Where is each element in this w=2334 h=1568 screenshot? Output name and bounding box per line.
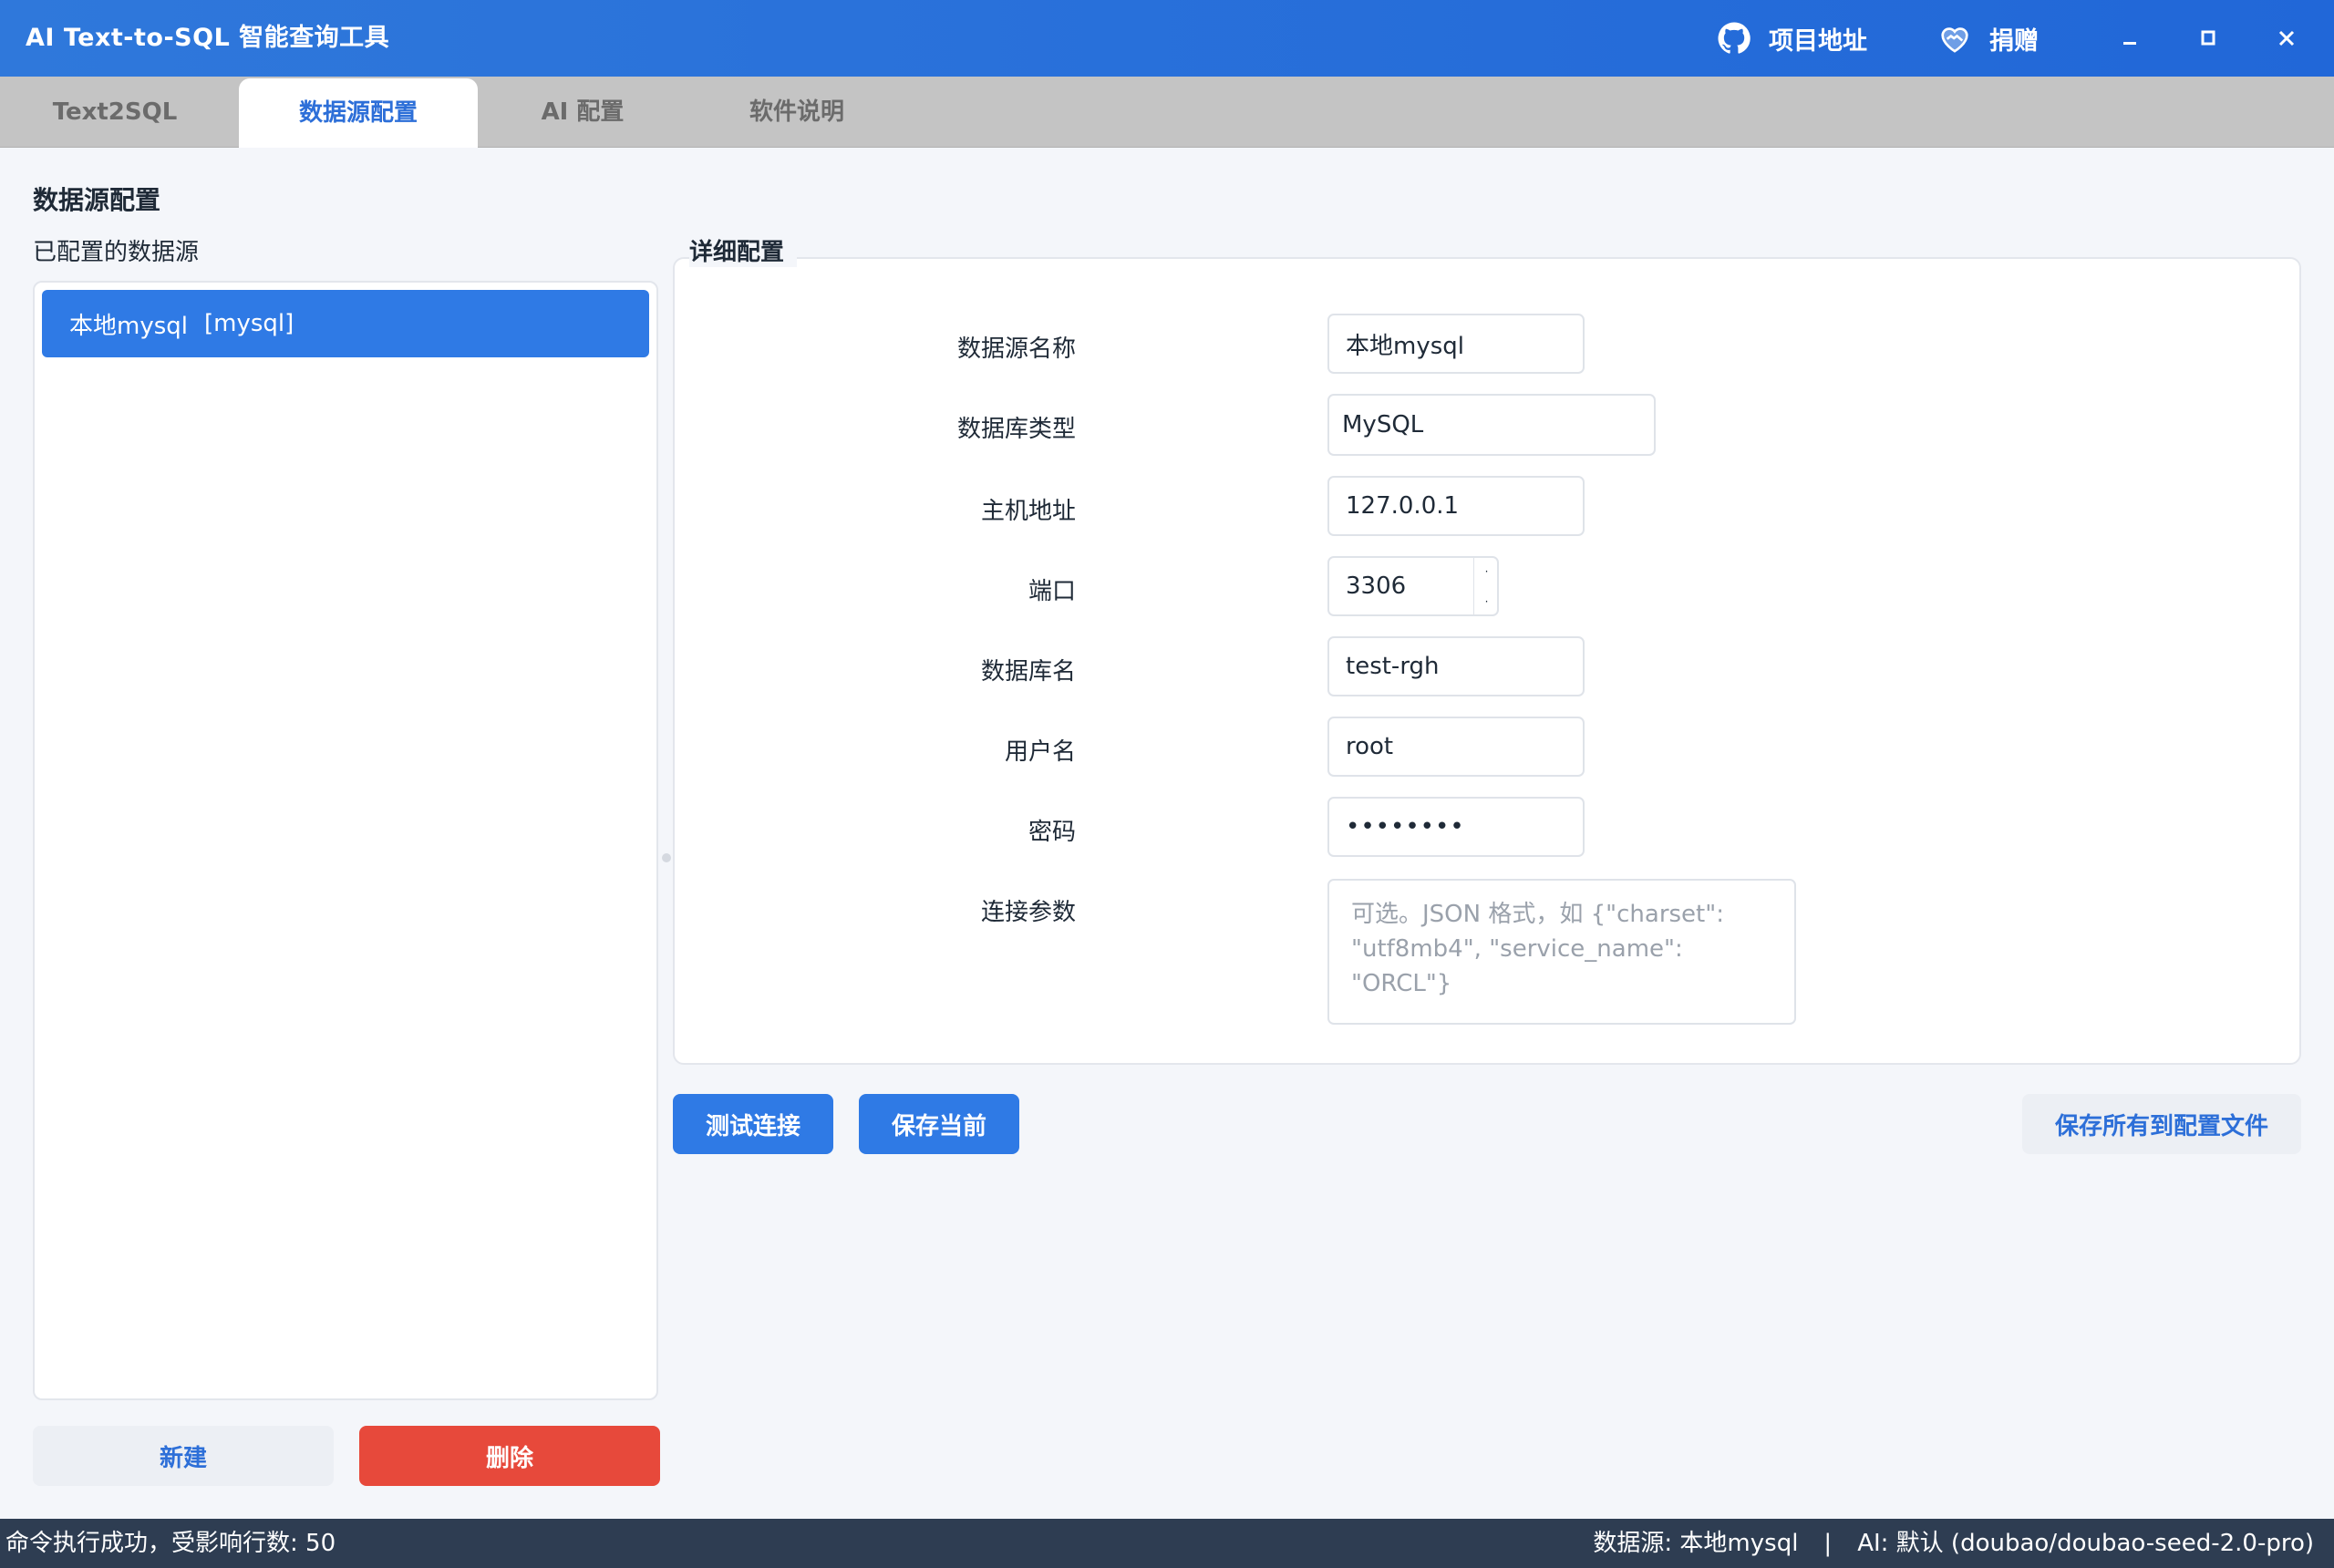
datasource-list[interactable]: 本地mysql [mysql] [33, 281, 658, 1400]
status-separator: | [1823, 1530, 1833, 1557]
spin-up-icon[interactable]: · [1474, 556, 1499, 586]
port-label: 端口 [1028, 578, 1076, 605]
app-window: AI Text-to-SQL 智能查询工具 项目地址 捐赠 Text2SQL 数… [0, 0, 2334, 1568]
host-label: 主机地址 [980, 498, 1076, 525]
project-link[interactable]: 项目地址 [1716, 0, 1867, 77]
splitter-dot [662, 853, 671, 862]
host-input[interactable] [1327, 476, 1585, 536]
name-label: 数据源名称 [956, 335, 1076, 363]
status-bar: 命令执行成功，受影响行数: 50 数据源: 本地mysql | AI: 默认 (… [0, 1519, 2334, 1568]
close-icon [2278, 30, 2295, 46]
tab-ai-config[interactable]: AI 配置 [478, 77, 687, 148]
status-right: 数据源: 本地mysql | AI: 默认 (doubao/doubao-see… [1593, 1519, 2314, 1568]
heart-handshake-icon [1941, 27, 1968, 53]
page-title: 数据源配置 [33, 185, 161, 215]
username-label: 用户名 [1004, 738, 1076, 766]
status-message: 命令执行成功，受影响行数: 50 [5, 1530, 336, 1557]
donate-link-label: 捐赠 [1989, 26, 2039, 56]
detail-config-panel: 数据源名称 数据库类型 MySQL 主机地址 端口 · · 数据库名 用户名 密… [673, 257, 2301, 1065]
project-link-label: 项目地址 [1769, 26, 1867, 56]
datasource-name-input[interactable] [1327, 314, 1585, 374]
datasource-name: 本地mysql [69, 312, 188, 340]
datasource-type: [mysql] [204, 310, 294, 337]
new-datasource-button[interactable]: 新建 [33, 1426, 334, 1486]
dbtype-label: 数据库类型 [956, 416, 1076, 443]
dbtype-select[interactable]: MySQL [1327, 394, 1656, 456]
status-ai-model: AI: 默认 (doubao/doubao-seed-2.0-pro) [1857, 1530, 2314, 1557]
port-spinner: · · [1473, 556, 1499, 616]
connection-params-textarea[interactable] [1327, 879, 1796, 1025]
delete-datasource-button[interactable]: 删除 [359, 1426, 660, 1486]
username-input[interactable] [1327, 717, 1585, 777]
donate-link[interactable]: 捐赠 [1936, 0, 2039, 77]
tab-bar: Text2SQL 数据源配置 AI 配置 软件说明 [0, 77, 2334, 148]
close-button[interactable] [2259, 0, 2314, 77]
password-input[interactable]: •••••••• [1327, 797, 1585, 857]
tab-datasource-config[interactable]: 数据源配置 [239, 78, 478, 148]
save-all-config-button[interactable]: 保存所有到配置文件 [2022, 1094, 2301, 1154]
detail-config-title: 详细配置 [689, 233, 798, 267]
test-connection-button[interactable]: 测试连接 [673, 1094, 833, 1154]
app-title: AI Text-to-SQL 智能查询工具 [26, 24, 390, 52]
dbname-input[interactable] [1327, 636, 1585, 696]
datasource-list-title: 已配置的数据源 [33, 239, 200, 266]
list-item[interactable]: 本地mysql [mysql] [42, 290, 649, 357]
github-icon [1718, 22, 1750, 54]
password-label: 密码 [1028, 819, 1076, 846]
dbname-label: 数据库名 [980, 658, 1076, 686]
save-current-button[interactable]: 保存当前 [859, 1094, 1019, 1154]
title-bar[interactable]: AI Text-to-SQL 智能查询工具 项目地址 捐赠 [0, 0, 2334, 77]
minimize-icon [2123, 42, 2136, 45]
maximize-button[interactable] [2181, 0, 2236, 77]
status-datasource: 数据源: 本地mysql [1593, 1530, 1799, 1557]
minimize-button[interactable] [2102, 0, 2157, 77]
spin-down-icon[interactable]: · [1474, 586, 1499, 616]
tab-about[interactable]: 软件说明 [687, 77, 906, 148]
splitter-handle[interactable] [662, 851, 671, 864]
params-label: 连接参数 [980, 899, 1076, 926]
maximize-icon [2201, 30, 2215, 46]
tab-text2sql[interactable]: Text2SQL [0, 77, 230, 148]
